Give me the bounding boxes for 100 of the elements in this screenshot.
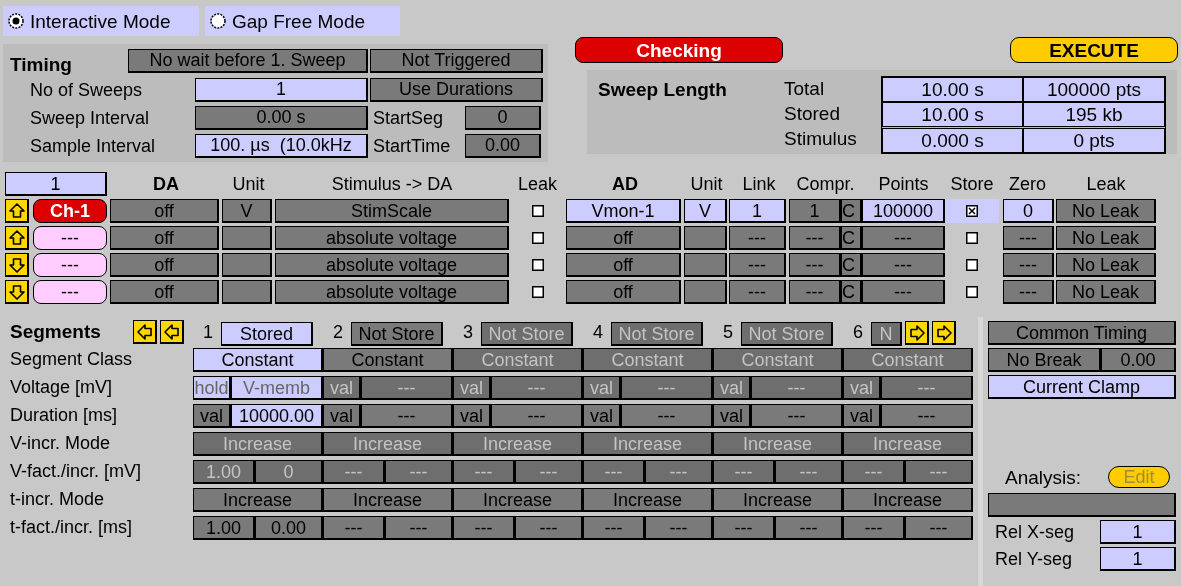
option-button[interactable]: off: [566, 253, 681, 277]
option-button[interactable]: off: [566, 280, 681, 304]
option-button[interactable]: No Leak: [1056, 253, 1156, 277]
storage-button[interactable]: Not Store: [351, 322, 443, 346]
option-button[interactable]: V-memb: [231, 376, 323, 400]
option-button[interactable]: ---: [385, 460, 453, 484]
option-button[interactable]: Not Triggered: [370, 48, 543, 73]
option-button[interactable]: C: [841, 199, 862, 223]
channel-name-button[interactable]: Ch-1: [33, 199, 107, 223]
value-field[interactable]: ---: [729, 253, 786, 277]
option-button[interactable]: val: [583, 376, 621, 400]
last-button[interactable]: [932, 321, 956, 345]
checkbox[interactable]: [531, 232, 544, 244]
option-button[interactable]: Constant: [193, 348, 323, 372]
first-button[interactable]: [160, 320, 184, 344]
option-button[interactable]: off: [110, 253, 219, 277]
channel-name-button[interactable]: ---: [33, 280, 107, 304]
option-button[interactable]: val: [713, 404, 751, 428]
checkbox[interactable]: [531, 286, 544, 298]
option-button[interactable]: ---: [583, 516, 645, 540]
option-button[interactable]: val: [323, 376, 361, 400]
storage-button[interactable]: N: [871, 322, 902, 346]
value-field[interactable]: ---: [729, 226, 786, 250]
option-button[interactable]: val: [713, 376, 751, 400]
option-button[interactable]: [222, 226, 272, 250]
option-button[interactable]: Increase: [843, 488, 973, 512]
storage-button[interactable]: Not Store: [611, 322, 703, 346]
option-button[interactable]: No wait before 1. Sweep: [128, 48, 368, 73]
option-button[interactable]: ---: [713, 460, 775, 484]
option-button[interactable]: Increase: [323, 432, 453, 456]
checkbox[interactable]: [531, 259, 544, 271]
value-field[interactable]: 10000.00: [231, 404, 323, 428]
option-button[interactable]: ---: [713, 516, 775, 540]
option-button[interactable]: ---: [361, 404, 453, 428]
value-field[interactable]: [684, 226, 727, 250]
value-field[interactable]: ---: [729, 280, 786, 304]
option-button[interactable]: Increase: [323, 488, 453, 512]
option-button[interactable]: Increase: [453, 432, 583, 456]
option-button[interactable]: ---: [453, 460, 515, 484]
option-button[interactable]: 0: [255, 460, 323, 484]
checkbox[interactable]: [966, 205, 978, 217]
value-field[interactable]: 0.00 s: [195, 105, 368, 130]
option-button[interactable]: Increase: [583, 488, 713, 512]
value-field[interactable]: 0.00: [1101, 348, 1176, 372]
option-button[interactable]: Increase: [193, 488, 323, 512]
value-field[interactable]: Current Clamp: [988, 375, 1176, 399]
option-button[interactable]: Constant: [713, 348, 843, 372]
option-button[interactable]: Constant: [843, 348, 973, 372]
option-button[interactable]: ---: [775, 460, 843, 484]
value-field[interactable]: 1: [1100, 520, 1176, 544]
option-button[interactable]: ---: [583, 460, 645, 484]
value-field[interactable]: 100000: [862, 199, 945, 223]
value-field[interactable]: 1: [195, 77, 368, 102]
option-button[interactable]: ---: [881, 376, 973, 400]
option-button[interactable]: C: [841, 280, 862, 304]
option-button[interactable]: absolute voltage: [275, 226, 509, 250]
option-button[interactable]: [222, 280, 272, 304]
value-field[interactable]: 0: [465, 105, 541, 130]
option-button[interactable]: ---: [775, 516, 843, 540]
option-button[interactable]: off: [110, 280, 219, 304]
checkbox[interactable]: [531, 205, 544, 217]
value-field[interactable]: V: [684, 199, 727, 223]
option-button[interactable]: ---: [905, 516, 973, 540]
value-field[interactable]: Vmon-1: [566, 199, 681, 223]
previous-button[interactable]: [133, 320, 157, 344]
option-button[interactable]: No Leak: [1056, 226, 1156, 250]
storage-button[interactable]: Not Store: [741, 322, 833, 346]
option-button[interactable]: val: [193, 404, 231, 428]
option-button[interactable]: ---: [515, 516, 583, 540]
option-button[interactable]: Increase: [713, 488, 843, 512]
option-button[interactable]: ---: [905, 460, 973, 484]
option-button[interactable]: StimScale: [275, 199, 509, 223]
move-button[interactable]: [5, 199, 29, 223]
value-field[interactable]: ---: [789, 253, 841, 277]
move-button[interactable]: [5, 226, 29, 250]
value-field[interactable]: ---: [1003, 226, 1054, 250]
value-field[interactable]: ---: [789, 280, 841, 304]
option-button[interactable]: ---: [385, 516, 453, 540]
option-button[interactable]: Common Timing: [988, 321, 1176, 345]
option-button[interactable]: ---: [621, 404, 713, 428]
channel-number-field[interactable]: 1: [5, 172, 107, 196]
value-field[interactable]: 100. µs (10.0kHz: [195, 133, 368, 158]
option-button[interactable]: Increase: [193, 432, 323, 456]
option-button[interactable]: C: [841, 226, 862, 250]
mode-radio[interactable]: Interactive Mode: [3, 6, 199, 36]
value-field[interactable]: 0.00: [465, 133, 541, 158]
option-button[interactable]: 0.00: [255, 516, 323, 540]
option-button[interactable]: Constant: [583, 348, 713, 372]
option-button[interactable]: ---: [323, 460, 385, 484]
option-button[interactable]: Increase: [583, 432, 713, 456]
analysis-field[interactable]: [988, 493, 1176, 517]
option-button[interactable]: Increase: [843, 432, 973, 456]
option-button[interactable]: Use Durations: [370, 77, 543, 102]
option-button[interactable]: ---: [361, 376, 453, 400]
value-field[interactable]: ---: [1003, 253, 1054, 277]
option-button[interactable]: 1.00: [193, 516, 255, 540]
option-button[interactable]: off: [110, 199, 219, 223]
option-button[interactable]: ---: [645, 516, 713, 540]
option-button[interactable]: No Leak: [1056, 280, 1156, 304]
value-field[interactable]: ---: [862, 226, 945, 250]
